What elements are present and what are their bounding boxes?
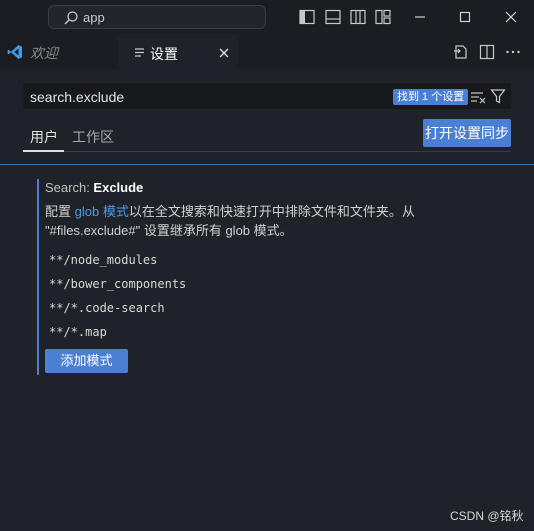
toggle-secondary-sidebar-icon[interactable] [349,8,367,26]
results-count-badge: 找到 1 个设置 [393,89,469,105]
clear-filter-icon[interactable] [470,89,486,105]
search-icon [64,11,78,25]
glob-pattern-link[interactable]: glob 模式 [75,204,129,219]
command-center-text: app [83,10,105,25]
tab-settings-label: 设置 [150,46,178,62]
exclude-pattern-item[interactable]: **/bower_components [49,277,186,291]
open-settings-json-icon[interactable] [452,43,470,61]
add-pattern-button[interactable]: 添加模式 [45,349,128,373]
csdn-watermark: CSDN @铭秋 [450,509,524,523]
exclude-pattern-item[interactable]: **/node_modules [49,253,157,267]
active-tab-indicator [23,150,64,152]
tab-settings[interactable]: 设置 [118,34,238,70]
tab-welcome-label: 欢迎 [30,45,58,61]
setting-category: Search: [45,180,94,195]
tab-workspace[interactable]: 工作区 [72,127,114,147]
settings-list-icon [135,48,144,57]
command-center[interactable]: app [48,5,266,29]
tab-welcome[interactable]: 欢迎 [0,34,117,70]
setting-title: Search: Exclude [45,180,143,195]
tab-user[interactable]: 用户 [30,127,58,147]
exclude-pattern-item[interactable]: **/*.code-search [49,301,165,315]
minimize-icon[interactable] [409,6,431,28]
toggle-panel-icon[interactable] [324,8,342,26]
split-editor-icon[interactable] [478,43,496,61]
header-divider [0,164,534,165]
setting-description: 配置 glob 模式以在全文搜索和快速打开中排除文件和文件夹。从 "#files… [45,202,465,240]
setting-search-exclude: Search: Exclude 配置 glob 模式以在全文搜索和快速打开中排除… [37,179,517,375]
setting-key: Exclude [93,180,144,195]
description-prefix: 配置 [45,204,75,219]
title-bar: app [0,0,534,34]
editor-tab-bar: 欢迎 设置 [0,34,534,70]
more-actions-icon[interactable] [504,43,522,61]
turn-on-settings-sync-button[interactable]: 打开设置同步 [423,119,511,147]
exclude-pattern-item[interactable]: **/*.map [49,325,107,339]
customize-layout-icon[interactable] [374,8,392,26]
close-tab-icon[interactable] [216,45,232,61]
close-window-icon[interactable] [500,6,522,28]
filter-icon[interactable] [490,88,506,105]
maximize-icon[interactable] [454,6,476,28]
settings-search-input[interactable]: search.exclude 找到 1 个设置 [23,83,511,109]
settings-search-query: search.exclude [30,89,125,105]
vscode-logo-icon [7,45,22,59]
toggle-primary-sidebar-icon[interactable] [298,8,316,26]
